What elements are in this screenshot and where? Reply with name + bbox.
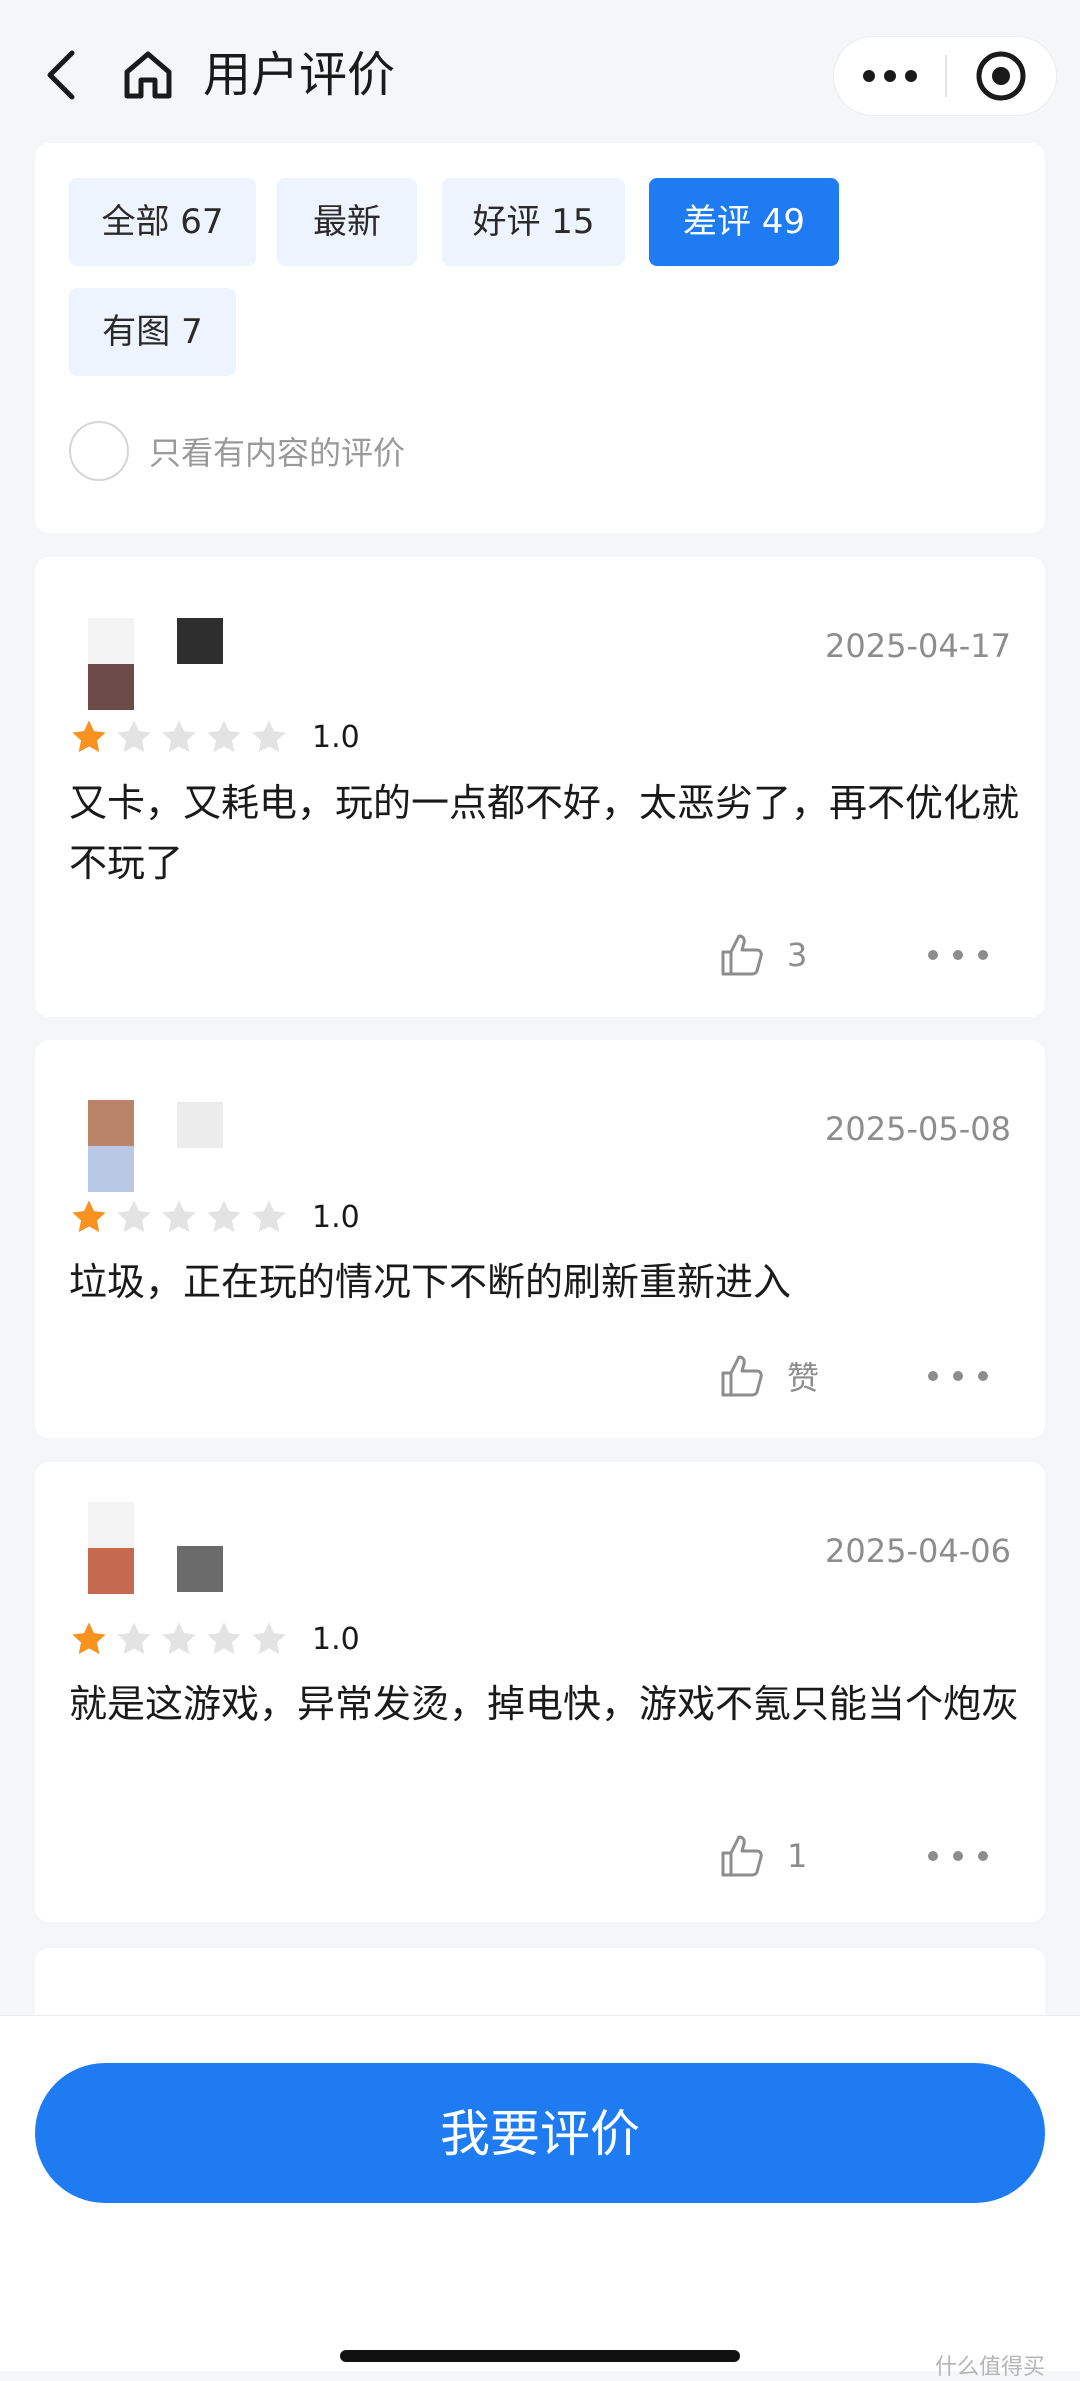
review-date: 2025-05-08 <box>825 1110 1011 1148</box>
review-more-button[interactable] <box>928 925 988 985</box>
review-text: 垃圾，正在玩的情况下不断的刷新重新进入 <box>69 1260 792 1304</box>
star-empty-icon <box>252 1622 286 1655</box>
star-empty-icon <box>207 1200 241 1233</box>
avatar-top <box>88 1100 134 1146</box>
star-empty-icon <box>207 720 241 753</box>
header: 用户评价 <box>0 0 1080 140</box>
reviewer-name-redacted <box>177 1102 223 1148</box>
like-button[interactable]: 3 <box>719 925 807 985</box>
like-count: 赞 <box>787 1359 820 1397</box>
thumbs-up-icon <box>721 1355 763 1397</box>
avatar-bottom <box>88 1146 134 1192</box>
star-empty-icon <box>207 1622 241 1655</box>
reviewer-name-redacted <box>177 1546 223 1592</box>
review-more-button[interactable] <box>928 1826 988 1886</box>
chip-with-images[interactable]: 有图 7 <box>69 288 236 376</box>
rating-stars: 1.0 <box>69 1195 360 1239</box>
more-dots-icon <box>862 70 917 82</box>
like-button[interactable]: 1 <box>719 1826 807 1886</box>
thumbs-up-icon <box>721 934 763 976</box>
more-dot <box>953 1371 963 1381</box>
more-dot <box>928 950 938 960</box>
bottom-bar: 我要评价 什么值得买 <box>0 2015 1080 2380</box>
like-count: 1 <box>787 1837 808 1875</box>
only-content-label: 只看有内容的评价 <box>149 434 406 472</box>
avatar[interactable] <box>88 1502 134 1596</box>
review-card: 2025-04-17 1.0 又卡，又耗电，玩的一点都不好，太恶劣了，再不优化就… <box>35 557 1045 1017</box>
back-button[interactable] <box>30 40 90 110</box>
rating-stars: 1.0 <box>69 1617 360 1661</box>
thumbs-up-icon <box>721 1835 763 1877</box>
avatar[interactable] <box>88 1100 134 1194</box>
reviewer-name-redacted <box>177 618 223 664</box>
target-close-icon <box>976 51 1026 101</box>
only-content-radio[interactable] <box>69 421 129 481</box>
review-text: 又卡，又耗电，玩的一点都不好，太恶劣了，再不优化就不玩了 <box>69 781 1020 885</box>
review-date: 2025-04-06 <box>825 1532 1011 1570</box>
avatar-bottom <box>88 664 134 710</box>
rating-value: 1.0 <box>312 719 360 755</box>
more-dot <box>978 950 988 960</box>
more-dot <box>953 1851 963 1861</box>
avatar-top <box>88 1502 134 1548</box>
avatar-top <box>88 618 134 664</box>
more-button[interactable] <box>834 36 945 116</box>
review-text: 就是这游戏，异常发烫，掉电快，游戏不氪只能当个炮灰 <box>69 1682 1020 1726</box>
close-button[interactable] <box>947 36 1056 116</box>
avatar[interactable] <box>88 618 134 712</box>
more-dot <box>928 1851 938 1861</box>
more-dot <box>953 950 963 960</box>
write-review-button[interactable]: 我要评价 <box>35 2063 1045 2203</box>
review-card: 2025-05-08 1.0 垃圾，正在玩的情况下不断的刷新重新进入 赞 <box>35 1040 1045 1438</box>
star-empty-icon <box>162 1622 196 1655</box>
star-empty-icon <box>117 1622 151 1655</box>
review-more-button[interactable] <box>928 1346 988 1406</box>
star-empty-icon <box>117 720 151 753</box>
star-filled-icon <box>72 720 106 753</box>
star-empty-icon <box>252 1200 286 1233</box>
back-arrow-icon <box>47 50 75 100</box>
star-filled-icon <box>72 1622 106 1655</box>
more-dot <box>978 1851 988 1861</box>
star-empty-icon <box>162 720 196 753</box>
more-dot <box>928 1371 938 1381</box>
like-button[interactable]: 赞 <box>719 1346 819 1406</box>
star-empty-icon <box>162 1200 196 1233</box>
avatar-bottom <box>88 1548 134 1594</box>
home-button[interactable] <box>118 42 178 108</box>
like-count: 3 <box>787 936 808 974</box>
page-title: 用户评价 <box>203 47 396 103</box>
mini-program-capsule <box>833 36 1057 116</box>
chip-latest[interactable]: 最新 <box>277 178 417 266</box>
filter-card: 全部 67 最新 好评 15 差评 49 有图 7 只看有内容的评价 <box>35 143 1045 533</box>
star-empty-icon <box>252 720 286 753</box>
chip-all[interactable]: 全部 67 <box>69 178 256 266</box>
rating-stars: 1.0 <box>69 715 360 759</box>
home-icon <box>124 51 172 99</box>
watermark: 什么值得买 <box>935 2355 1046 2380</box>
more-dot <box>978 1371 988 1381</box>
only-content-toggle[interactable]: 只看有内容的评价 <box>69 420 405 482</box>
star-empty-icon <box>117 1200 151 1233</box>
chip-positive[interactable]: 好评 15 <box>442 178 625 266</box>
star-filled-icon <box>72 1200 106 1233</box>
review-card: 2025-04-06 1.0 就是这游戏，异常发烫，掉电快，游戏不氪只能当个炮灰… <box>35 1462 1045 1922</box>
rating-value: 1.0 <box>312 1621 360 1657</box>
rating-value: 1.0 <box>312 1199 360 1235</box>
home-indicator[interactable] <box>340 2350 740 2362</box>
review-card-partial <box>35 1948 1045 2018</box>
review-date: 2025-04-17 <box>825 627 1011 665</box>
chip-negative[interactable]: 差评 49 <box>649 178 839 266</box>
